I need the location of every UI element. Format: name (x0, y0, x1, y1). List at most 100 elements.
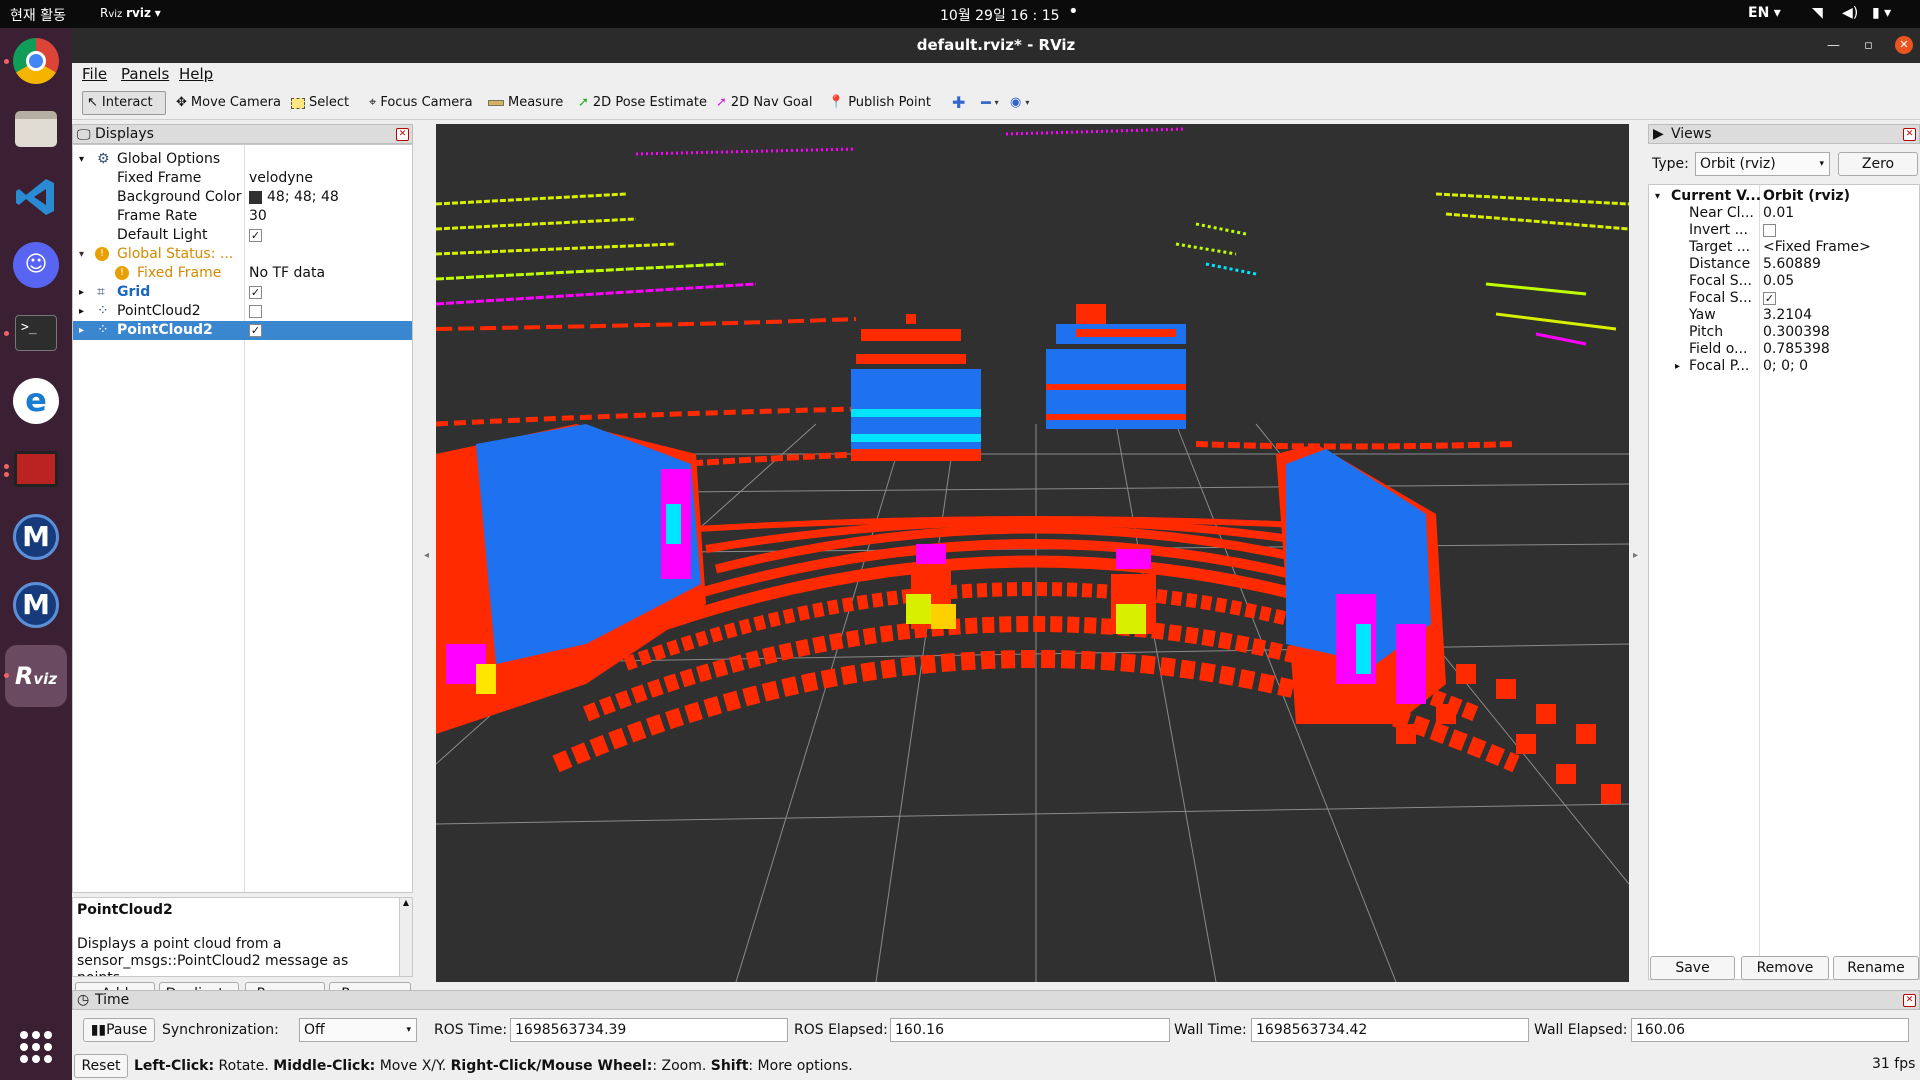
view-property-value[interactable]: <Fixed Frame> (1763, 239, 1871, 256)
view-property-row[interactable]: Target ... <Fixed Frame> (1649, 239, 1919, 256)
volume-icon[interactable]: ◀) (1842, 5, 1858, 21)
tree-row-global-status[interactable]: ▾ ! Global Status: ... (73, 245, 412, 264)
background-color-value[interactable]: 48; 48; 48 (249, 188, 339, 207)
remove-tool-icon[interactable]: ━ ▾ (977, 91, 1003, 115)
tree-row-pointcloud2-1[interactable]: ▸ ⁘ PointCloud2 (73, 302, 412, 321)
view-property-value[interactable]: 0.785398 (1763, 341, 1830, 358)
maximize-icon[interactable]: ▫ (1864, 28, 1873, 63)
view-property-value[interactable]: 0.01 (1763, 205, 1794, 222)
tree-row-grid[interactable]: ▸ ⌗ Grid ✓ (73, 283, 412, 302)
left-splitter-handle[interactable]: ◂ (424, 550, 429, 561)
view-property-value[interactable]: ✓ (1763, 290, 1776, 307)
ros-time-field[interactable]: 1698563734.39 (510, 1018, 788, 1042)
minimize-icon[interactable]: — (1827, 28, 1840, 63)
close-views-icon[interactable]: ✕ (1903, 128, 1916, 141)
eye-icon[interactable]: ◉ ▾ (1006, 91, 1033, 115)
expand-arrow-icon[interactable]: ▾ (79, 245, 84, 264)
view-property-row[interactable]: Near Cl... 0.01 (1649, 205, 1919, 222)
m-app-icon[interactable]: M (10, 511, 62, 563)
focus-camera-tool[interactable]: ⌖ Focus Camera (365, 91, 477, 115)
menu-help[interactable]: Help (179, 65, 213, 83)
collapsed-arrow-icon[interactable]: ▸ (79, 321, 84, 340)
terminator-icon[interactable] (10, 443, 62, 495)
app-menu[interactable]: Rviz rviz ▾ (100, 6, 161, 20)
fixed-frame-value[interactable]: velodyne (249, 169, 313, 188)
pose-estimate-tool[interactable]: ➚ 2D Pose Estimate (574, 91, 711, 115)
wall-elapsed-field[interactable]: 160.06 (1631, 1018, 1909, 1042)
show-apps-icon[interactable] (10, 1021, 62, 1073)
menu-panels[interactable]: Panels (121, 65, 169, 83)
view-property-row[interactable]: Pitch 0.300398 (1649, 324, 1919, 341)
view-property-row[interactable]: Yaw 3.2104 (1649, 307, 1919, 324)
collapsed-arrow-icon[interactable]: ▸ (1675, 358, 1680, 375)
publish-point-tool[interactable]: 📍 Publish Point (824, 91, 935, 115)
view-type-select[interactable]: Orbit (rviz) ▾ (1695, 152, 1830, 176)
collapsed-arrow-icon[interactable]: ▸ (79, 302, 84, 321)
activities-button[interactable]: 현재 활동 (10, 5, 66, 25)
expand-arrow-icon[interactable]: ▾ (1655, 188, 1660, 205)
measure-tool[interactable]: Measure (484, 91, 567, 115)
tree-row-background-color[interactable]: Background Color 48; 48; 48 (73, 188, 412, 207)
wifi-icon[interactable]: ◥ (1812, 5, 1823, 21)
tree-row-fixed-frame[interactable]: Fixed Frame velodyne (73, 169, 412, 188)
description-scrollbar[interactable]: ▲ (399, 898, 412, 976)
language-indicator[interactable]: EN ▾ (1748, 5, 1781, 21)
view-property-row[interactable]: Focal S... 0.05 (1649, 273, 1919, 290)
battery-icon[interactable]: ▮ ▾ (1872, 5, 1891, 21)
pointcloud2-2-checkbox[interactable]: ✓ (249, 323, 262, 337)
view-property-value[interactable]: 5.60889 (1763, 256, 1821, 273)
grid-checkbox[interactable]: ✓ (249, 285, 262, 299)
close-displays-icon[interactable]: ✕ (396, 128, 409, 141)
rename-view-button[interactable]: Rename (1833, 956, 1919, 980)
ros-elapsed-field[interactable]: 160.16 (890, 1018, 1170, 1042)
tree-row-global-options[interactable]: ▾ ⚙ Global Options (73, 150, 412, 169)
tree-row-frame-rate[interactable]: Frame Rate 30 (73, 207, 412, 226)
select-tool[interactable]: Select (287, 91, 353, 115)
save-view-button[interactable]: Save (1650, 956, 1735, 980)
default-light-checkbox[interactable]: ✓ (249, 228, 262, 242)
tree-row-pointcloud2-2[interactable]: ▸ ⁘ PointCloud2 ✓ (73, 321, 412, 340)
view-property-row[interactable]: Field o... 0.785398 (1649, 341, 1919, 358)
pause-button[interactable]: ▮▮Pause (83, 1018, 155, 1042)
view-property-row[interactable]: Invert ... (1649, 222, 1919, 239)
view-property-row[interactable]: Focal P... ▸ 0; 0; 0 (1649, 358, 1919, 375)
tree-row-status-fixed-frame[interactable]: ! Fixed Frame No TF data (73, 264, 412, 283)
sync-select[interactable]: Off ▾ (299, 1018, 417, 1042)
view-property-checkbox[interactable]: ✓ (1763, 291, 1776, 305)
remove-view-button[interactable]: Remove (1741, 956, 1829, 980)
add-tool-icon[interactable]: ✚ (948, 91, 969, 115)
chrome-icon[interactable] (10, 35, 62, 87)
view-property-value[interactable]: 0.05 (1763, 273, 1794, 290)
view-property-value[interactable]: Orbit (rviz) (1763, 188, 1850, 205)
terminal-icon[interactable]: >_ (10, 307, 62, 359)
discord-icon[interactable]: ☺ (10, 239, 62, 291)
clock[interactable]: 10월 29일 16 : 15 (940, 5, 1060, 25)
close-window-icon[interactable]: ✕ (1895, 36, 1913, 54)
pointcloud2-1-checkbox[interactable] (249, 304, 262, 318)
collapsed-arrow-icon[interactable]: ▸ (79, 283, 84, 302)
vscode-icon[interactable] (10, 171, 62, 223)
view-property-row[interactable]: Distance 5.60889 (1649, 256, 1919, 273)
close-time-icon[interactable]: ✕ (1903, 994, 1916, 1007)
tree-row-default-light[interactable]: Default Light ✓ (73, 226, 412, 245)
view-property-value[interactable]: 0; 0; 0 (1763, 358, 1808, 375)
view-property-checkbox[interactable] (1763, 223, 1776, 237)
interact-tool[interactable]: ↖ Interact (82, 91, 166, 115)
right-splitter-handle[interactable]: ▸ (1633, 550, 1638, 561)
browser-icon[interactable]: e (10, 375, 62, 427)
view-property-row[interactable]: Focal S... ✓ (1649, 290, 1919, 307)
view-property-value[interactable]: 3.2104 (1763, 307, 1812, 324)
nav-goal-tool[interactable]: ➚ 2D Nav Goal (712, 91, 816, 115)
view-property-value[interactable]: 0.300398 (1763, 324, 1830, 341)
files-icon[interactable] (10, 103, 62, 155)
menu-file[interactable]: File (82, 65, 107, 83)
frame-rate-value[interactable]: 30 (249, 207, 267, 226)
expand-arrow-icon[interactable]: ▾ (79, 150, 84, 169)
3d-viewport[interactable] (436, 124, 1629, 982)
rviz-icon[interactable]: Rviz (5, 645, 67, 707)
reset-button[interactable]: Reset (74, 1054, 128, 1078)
view-property-row[interactable]: Current V... ▾ Orbit (rviz) (1649, 188, 1919, 205)
m-app-icon-2[interactable]: M (10, 579, 62, 631)
move-camera-tool[interactable]: ✥ Move Camera (172, 91, 285, 115)
zero-button[interactable]: Zero (1838, 152, 1918, 176)
